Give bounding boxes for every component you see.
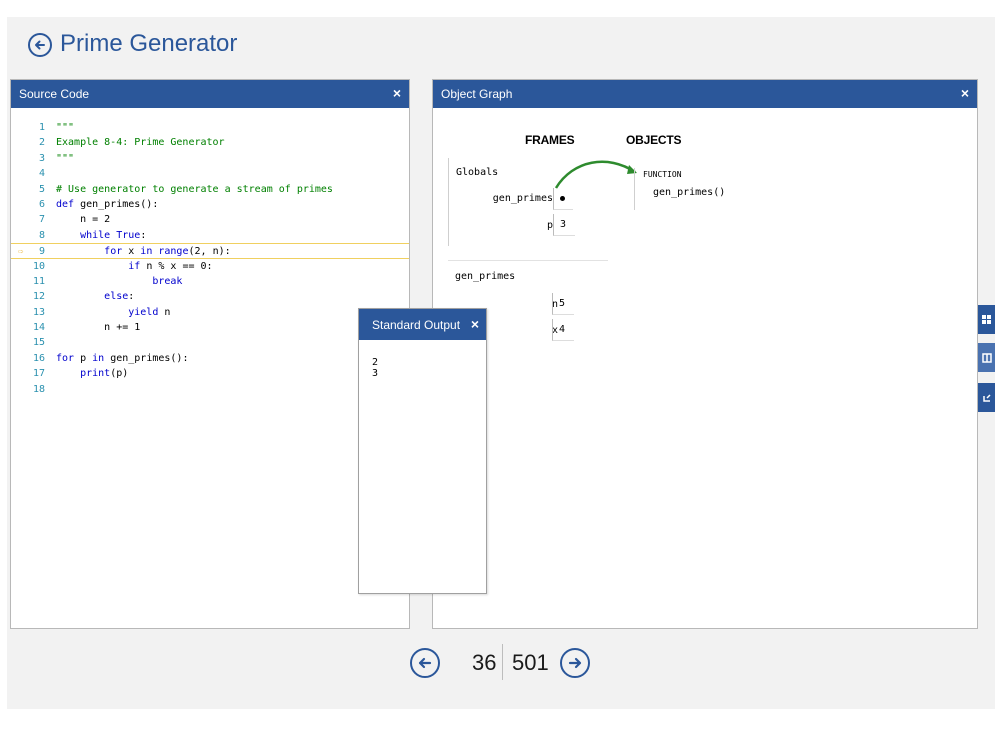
frames-heading: FRAMES (525, 133, 575, 147)
code-listing: 1 """ 2 Example 8-4: Prime Generator 3 """ 4 5 #… (11, 120, 409, 397)
line-code: yield n (128, 306, 171, 318)
line-number: 3 (38, 152, 45, 164)
line-number: 1 (38, 122, 45, 133)
line-number: 6 (38, 198, 45, 210)
line-code: def gen_primes(): (56, 198, 159, 210)
var-value-n: 5 (552, 293, 574, 315)
line-code: """ (56, 122, 75, 133)
step-divider (502, 644, 503, 680)
objects-heading: OBJECTS (626, 133, 682, 147)
line-number: 2 (38, 137, 45, 149)
source-code-header: Source Code × (11, 80, 409, 108)
code-line[interactable]: 10 if n % x == 0: (11, 259, 409, 274)
code-line[interactable]: 18 (11, 382, 409, 397)
line-code: print(p) (80, 368, 129, 380)
line-number: 8 (38, 229, 45, 241)
object-graph-title: Object Graph (441, 87, 513, 101)
total-steps: 501 (512, 650, 549, 675)
step-navigation: 36 501 (7, 637, 995, 687)
code-line[interactable]: 2 Example 8-4: Prime Generator (11, 135, 409, 150)
object-name: gen_primes() (653, 187, 726, 198)
line-number: 7 (38, 214, 45, 226)
line-code: n += 1 (56, 322, 141, 334)
standard-output-content: 2 3 (372, 357, 378, 379)
code-line[interactable]: 3 """ (11, 151, 409, 166)
code-line[interactable]: 11 break (11, 274, 409, 289)
standard-output-header[interactable]: Standard Output × (359, 309, 486, 340)
var-value-x: 4 (552, 319, 574, 341)
arrow-right-circle-icon[interactable] (560, 648, 590, 678)
line-code: Example 8-4: Prime Generator (56, 137, 225, 149)
var-name-p: p (546, 220, 553, 231)
close-icon[interactable]: × (961, 85, 969, 101)
line-code: for p in gen_primes(): (56, 352, 189, 364)
pointer-dot-icon (560, 196, 565, 201)
standard-output-window[interactable]: Standard Output × 2 3 (358, 308, 487, 594)
line-number: 13 (32, 306, 45, 318)
line-code: """ (56, 152, 75, 164)
code-line[interactable]: 15 (11, 335, 409, 350)
line-code: for x in range(2, n): (104, 246, 231, 258)
code-line[interactable]: 14 n += 1 (11, 320, 409, 335)
code-line[interactable]: 1 """ (11, 120, 409, 135)
line-code: # Use generator to generate a stream of … (56, 183, 333, 195)
globals-frame-label: Globals (456, 167, 499, 178)
object-graph-panel: Object Graph × FRAMES OBJECTS Globals ge… (432, 79, 978, 629)
page-title: Prime Generator (60, 30, 238, 57)
line-code: else: (104, 291, 135, 303)
source-code-panel: Source Code × 1 """ 2 Example 8-4: Prime Ge… (10, 79, 410, 629)
code-line[interactable]: 8 while True: (11, 228, 409, 243)
app-window: Prime Generator Source Code × 1 """ 2 Examp… (7, 17, 995, 709)
code-line[interactable]: 17 print(p) (11, 366, 409, 381)
var-value-p: 3 (553, 214, 575, 236)
standard-output-title: Standard Output (372, 317, 461, 332)
close-icon[interactable]: × (393, 85, 401, 101)
code-line[interactable]: 16 for p in gen_primes(): (11, 351, 409, 366)
line-number: 4 (38, 168, 45, 180)
code-line[interactable]: 7 n = 2 (11, 212, 409, 227)
refresh-icon[interactable] (978, 383, 995, 412)
back-icon[interactable] (28, 33, 52, 57)
line-code: if n % x == 0: (128, 260, 213, 272)
code-line[interactable]: 13 yield n (11, 305, 409, 320)
current-step: 36 (472, 650, 497, 675)
line-number: 15 (32, 337, 45, 349)
line-code: break (152, 275, 183, 287)
var-name-gen-primes: gen_primes (492, 193, 553, 204)
arrow-left-circle-icon[interactable] (410, 648, 440, 678)
pointer-arrow (554, 160, 637, 189)
line-number: 18 (32, 383, 45, 395)
object-graph-header: Object Graph × (433, 80, 977, 108)
title-bar: Prime Generator (7, 17, 995, 79)
object-type-label: FUNCTION (643, 170, 682, 179)
line-number: 14 (32, 322, 45, 334)
line-number: 11 (32, 275, 45, 287)
source-code-title: Source Code (19, 87, 90, 101)
line-code: while True: (80, 229, 147, 241)
output-line: 3 (372, 368, 379, 379)
code-line[interactable]: 6 def gen_primes(): (11, 197, 409, 212)
book-icon[interactable] (978, 343, 995, 372)
line-number: 10 (32, 260, 45, 272)
line-number: 12 (32, 291, 45, 303)
line-code: n = 2 (56, 214, 111, 226)
line-number: 5 (38, 183, 45, 195)
code-line[interactable]: 12 else: (11, 289, 409, 304)
line-number: 16 (32, 352, 45, 364)
close-icon[interactable]: × (471, 316, 479, 332)
code-line[interactable]: ⇨ 9 for x in range(2, n): (11, 243, 409, 259)
line-number: 9 (38, 246, 45, 258)
code-line[interactable]: 4 (11, 166, 409, 181)
gen-primes-frame-label: gen_primes (455, 271, 516, 282)
function-object: FUNCTION gen_primes() (634, 168, 754, 210)
code-line[interactable]: 5 # Use generator to generate a stream of… (11, 182, 409, 197)
line-number: 17 (32, 368, 45, 380)
grid-icon[interactable] (978, 305, 995, 334)
output-line: 2 (372, 357, 379, 368)
